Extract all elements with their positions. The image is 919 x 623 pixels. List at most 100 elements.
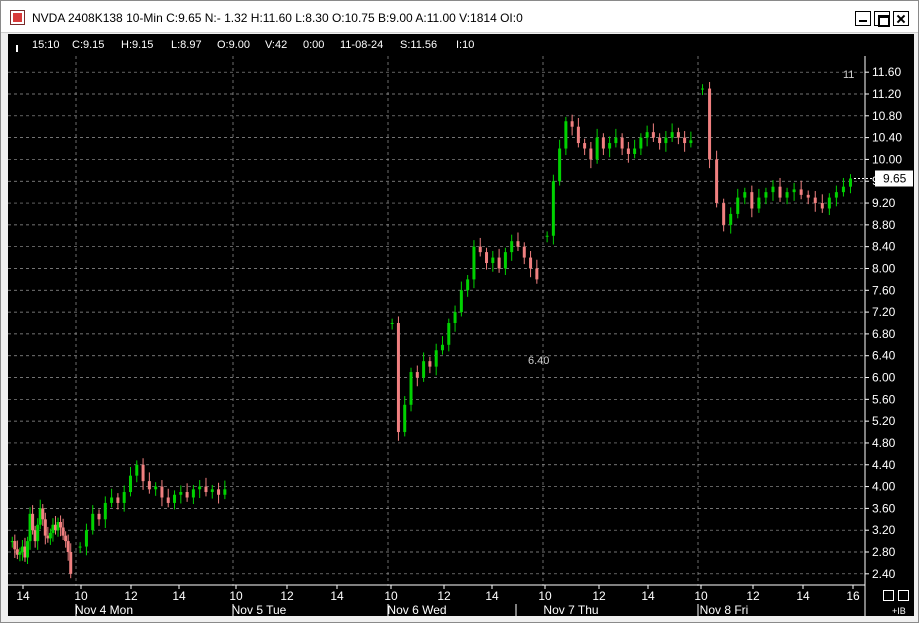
candle-body <box>792 189 796 193</box>
info-strike: S:11.56 <box>400 39 438 51</box>
y-tick-label: 10.80 <box>872 109 902 123</box>
candle-body <box>601 137 605 149</box>
candle-body <box>147 481 151 490</box>
y-tick-label: 8.40 <box>872 240 896 254</box>
info-low: L:8.97 <box>171 39 202 51</box>
candle-body <box>485 252 489 264</box>
y-tick-label: 11.60 <box>872 65 901 79</box>
candle-body <box>173 494 177 503</box>
y-tick-label: 4.00 <box>872 480 896 494</box>
candle-body <box>191 489 195 498</box>
window-title: NVDA 2408K138 10-Min C:9.65 N:- 1.32 H:1… <box>32 11 523 25</box>
candle-body <box>813 197 817 204</box>
candle-body <box>683 137 687 144</box>
scroll-box-left-icon[interactable] <box>883 590 894 601</box>
candle-body <box>820 203 824 209</box>
y-tick-label: 4.40 <box>872 458 896 472</box>
y-tick-label: 4.80 <box>872 436 896 450</box>
candle-body <box>166 497 170 503</box>
info-time: 15:10 <box>32 39 60 51</box>
candle-body <box>633 148 637 154</box>
candle-body <box>841 186 845 193</box>
y-tick-label: 6.00 <box>872 371 896 385</box>
candle-body <box>122 492 126 503</box>
ib-label: +IB <box>892 606 906 616</box>
y-tick-label: 7.20 <box>872 305 896 319</box>
candle-body <box>651 132 655 138</box>
candle-body <box>516 241 520 247</box>
candle-body <box>799 189 803 195</box>
candle-body <box>701 88 705 90</box>
candle-body <box>806 194 810 198</box>
close-button[interactable] <box>893 11 909 26</box>
candle-body <box>620 137 624 149</box>
candle-body <box>91 513 95 531</box>
chart-window: NVDA 2408K138 10-Min C:9.65 N:- 1.32 H:1… <box>0 0 919 623</box>
candle-body <box>43 519 47 536</box>
candle-body <box>750 192 754 209</box>
candle-body <box>722 203 726 225</box>
candle-body <box>66 541 70 553</box>
y-tick-label: 8.00 <box>872 261 896 275</box>
info-zero: 0:00 <box>303 39 325 51</box>
candle-body <box>564 121 568 149</box>
candle-body <box>589 148 593 160</box>
candle-body <box>736 197 740 214</box>
y-tick-label: 5.20 <box>872 414 896 428</box>
y-tick-label: 10.00 <box>872 152 902 166</box>
candle-body <box>608 143 612 149</box>
candle-body <box>583 143 587 149</box>
candle-body <box>198 486 202 490</box>
candle-body <box>428 361 432 367</box>
candle-body <box>827 197 831 209</box>
candle-body <box>223 489 227 495</box>
candle-body <box>510 241 514 253</box>
y-tick-label: 3.60 <box>872 501 896 515</box>
info-open: O:9.00 <box>217 39 251 51</box>
y-tick-label: 6.40 <box>872 349 896 363</box>
candle-body <box>708 88 712 160</box>
candle-body <box>390 323 394 324</box>
y-tick-label: 5.60 <box>872 392 896 406</box>
info-date: 11-08-24 <box>340 39 384 51</box>
candle-body <box>576 126 580 144</box>
candle-body <box>396 323 400 433</box>
cursor-mark-icon <box>16 45 18 52</box>
candle-body <box>26 541 30 558</box>
candle-body <box>529 257 533 269</box>
candle-body <box>415 372 419 378</box>
price-chart[interactable]: 11.6011.2010.8010.4010.009.609.208.808.4… <box>8 56 914 616</box>
y-tick-label: 2.80 <box>872 545 896 559</box>
chart-area[interactable]: 15:10 C:9.15 H:9.15 L:8.97 O:9.00 V:42 0… <box>8 34 914 616</box>
candle-body <box>834 192 838 198</box>
candle-body <box>447 323 451 345</box>
maximize-button[interactable] <box>874 11 890 27</box>
candle-body <box>491 257 495 264</box>
candle-body <box>658 137 662 144</box>
info-high: H:9.15 <box>121 39 154 51</box>
candle-body <box>204 486 208 493</box>
candle-body <box>595 137 599 160</box>
info-volume: V:42 <box>265 39 288 51</box>
annotation-high-count: 11 <box>843 69 854 81</box>
candle-body <box>422 361 426 378</box>
candle-body <box>403 404 407 433</box>
candle-body <box>110 497 114 503</box>
candle-body <box>757 197 761 209</box>
candle-body <box>689 140 693 144</box>
candle-body <box>664 137 668 144</box>
scroll-box-right-icon[interactable] <box>898 590 909 601</box>
candle-body <box>639 137 643 149</box>
candle-body <box>778 186 782 198</box>
app-icon[interactable] <box>10 10 25 25</box>
title-bar[interactable]: NVDA 2408K138 10-Min C:9.65 N:- 1.32 H:1… <box>1 1 918 33</box>
candle-body <box>434 350 438 367</box>
candle-body <box>31 513 35 531</box>
minimize-button[interactable] <box>855 11 871 26</box>
candle-body <box>84 530 88 547</box>
candle-body <box>13 541 17 550</box>
y-tick-label: 9.20 <box>872 196 896 210</box>
annotation-low-price: 6.40 <box>528 355 549 367</box>
candle-body <box>522 246 526 258</box>
candle-body <box>771 186 775 193</box>
